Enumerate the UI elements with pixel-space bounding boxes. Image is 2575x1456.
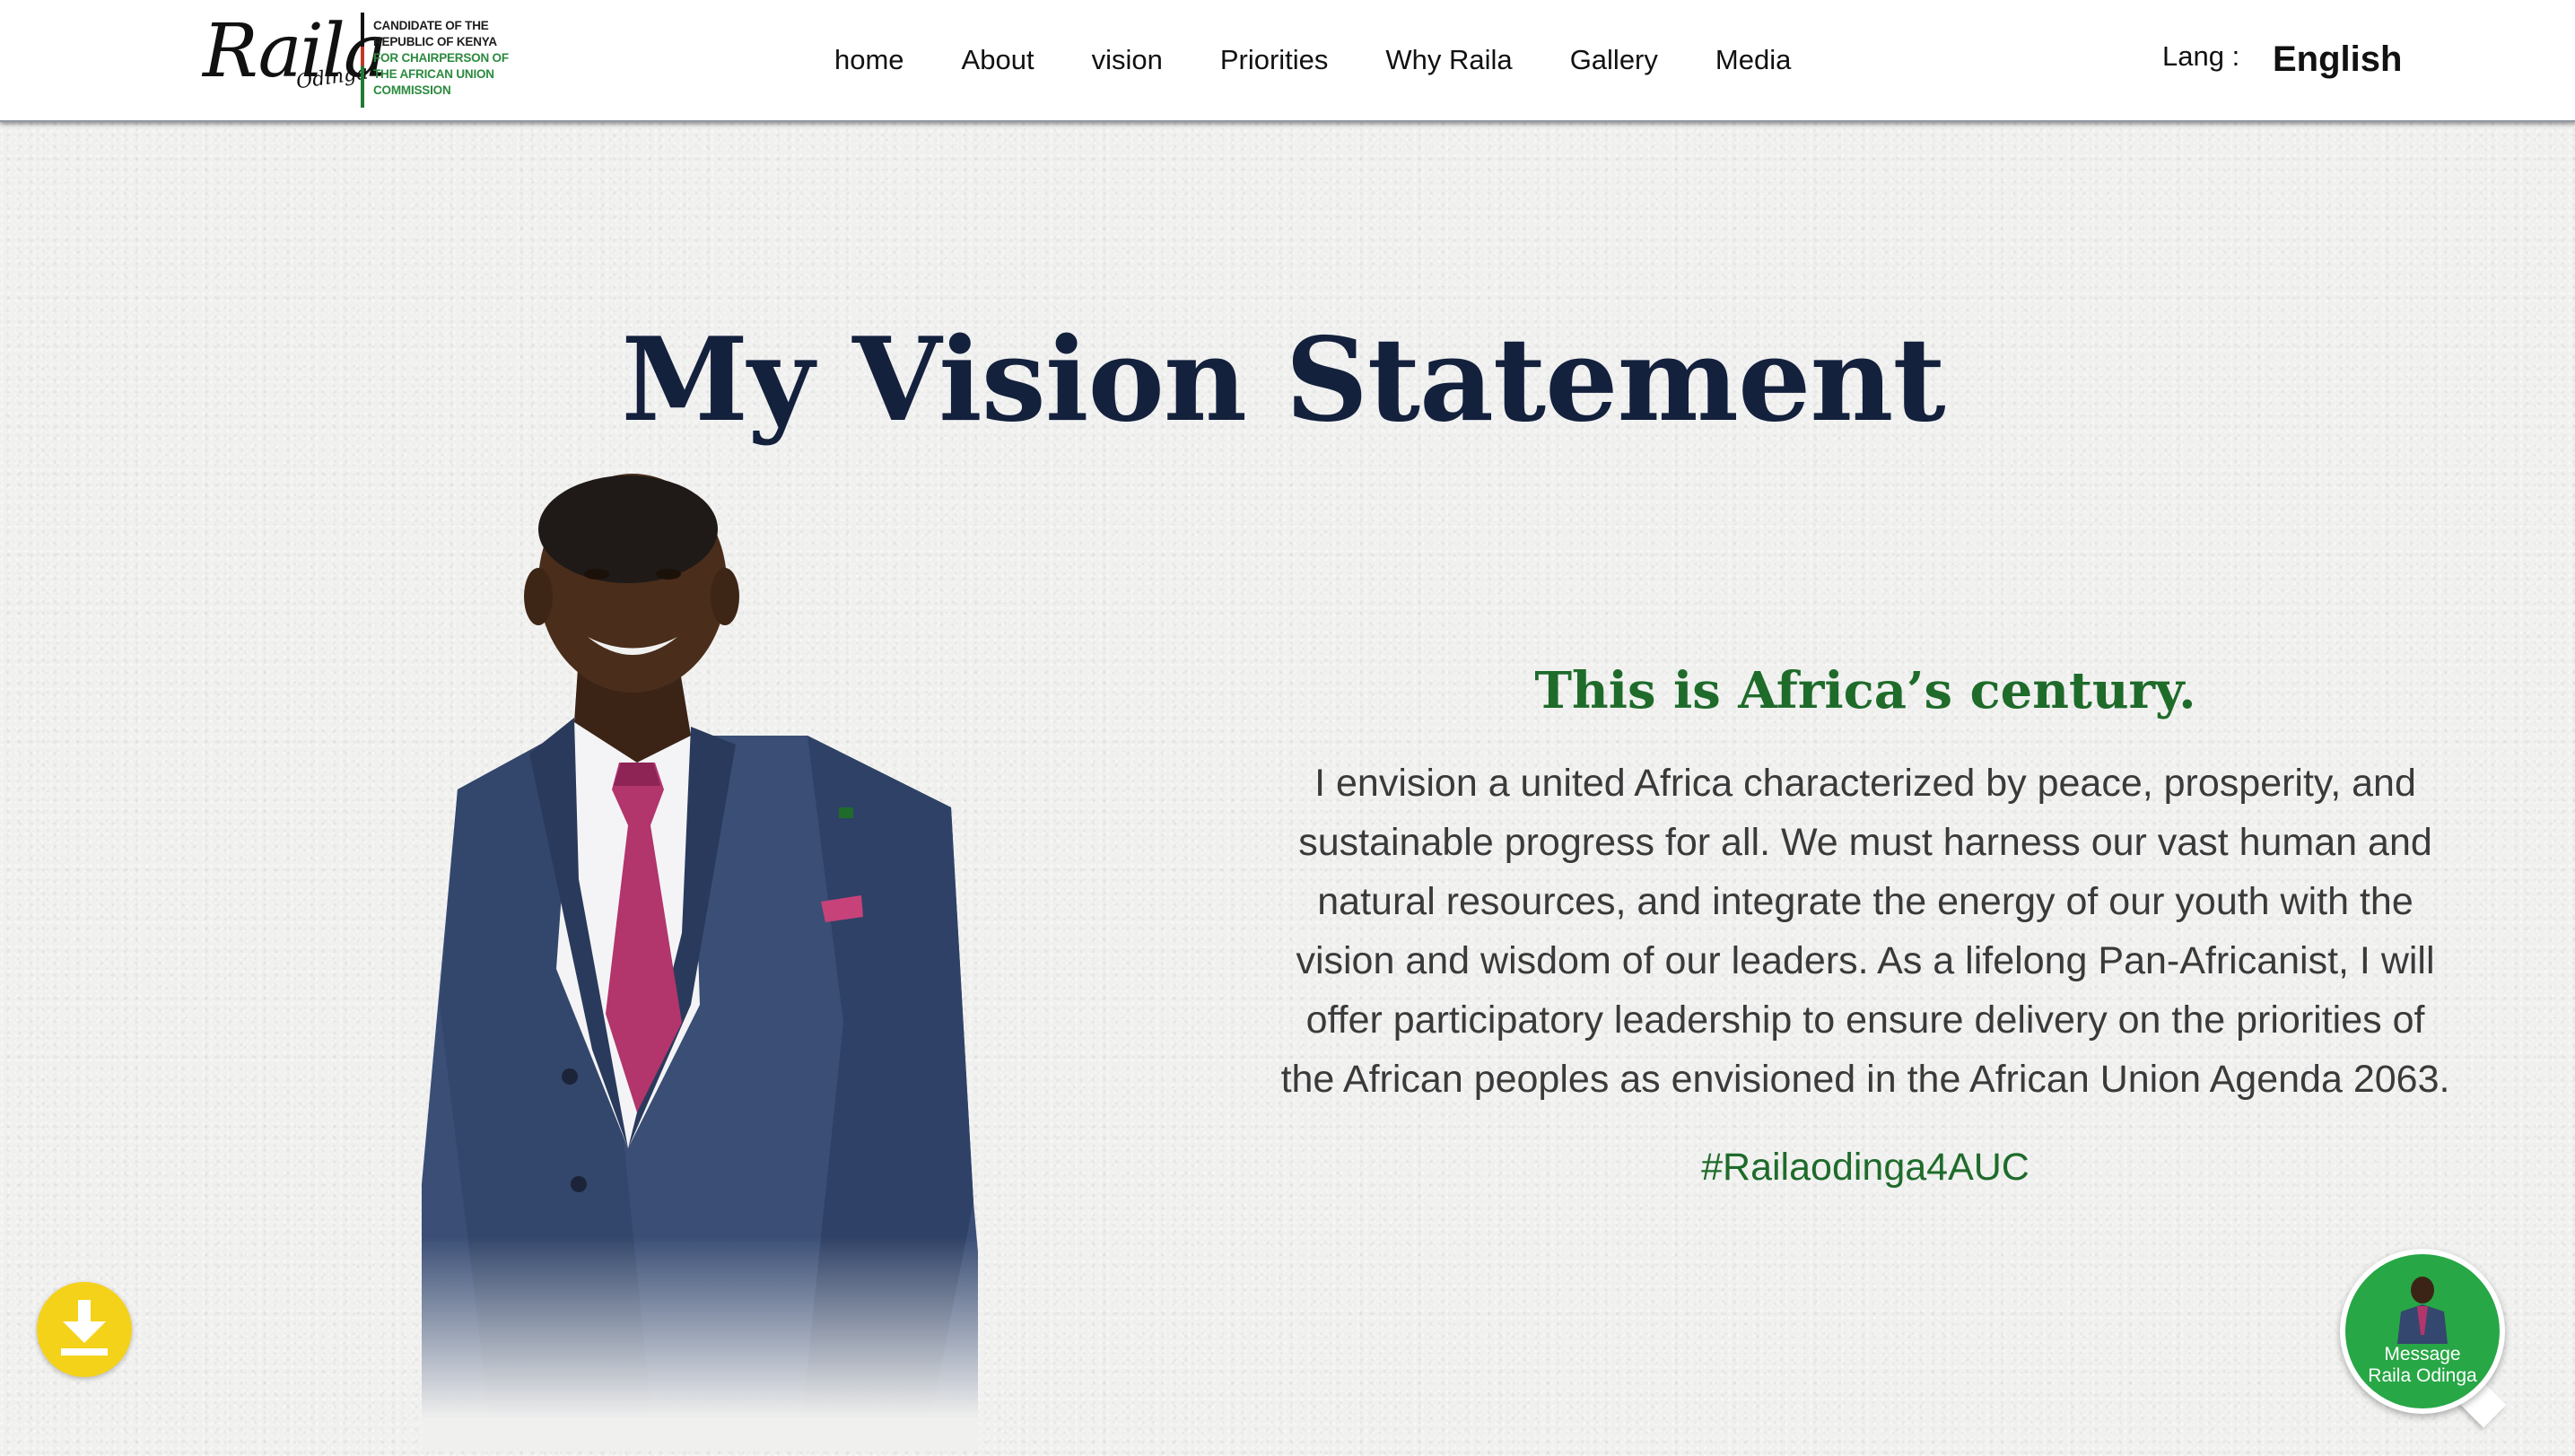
logo-caption-line: REPUBLIC OF KENYA [373,35,497,48]
vision-statement: This is Africa’s century. I envision a u… [1274,646,2457,1199]
language-label: Lang : [2162,40,2240,72]
logo-divider [361,13,364,108]
nav-link-why-raila[interactable]: Why Raila [1385,38,1512,83]
statement-tagline: This is Africa’s century. [1534,661,2196,720]
main-nav: home About vision Priorities Why Raila Galler… [834,38,1848,83]
statement-body: I envision a united Africa characterized… [1280,762,2450,1101]
message-label: Message Raila Odinga [2368,1344,2477,1386]
logo-caption-line: THE AFRICAN UNION [373,67,494,81]
language-selector[interactable]: English [2273,36,2402,83]
nav-link-media[interactable]: Media [1715,38,1791,83]
logo-caption-line: CANDIDATE OF THE [373,19,489,32]
nav-link-home[interactable]: home [834,38,904,83]
nav-link-vision[interactable]: vision [1092,38,1163,83]
campaign-hashtag[interactable]: #Railaodinga4AUC [1274,1136,2457,1199]
download-icon [61,1300,108,1356]
logo-caption-line: FOR CHAIRPERSON OF [373,51,509,65]
nav-link-about[interactable]: About [962,38,1034,83]
nav-link-gallery[interactable]: Gallery [1570,38,1658,83]
candidate-avatar-icon [2397,1277,2448,1344]
logo-signature: Raila Odinga [203,9,388,94]
nav-link-priorities[interactable]: Priorities [1220,38,1329,83]
portrait-fade [422,1236,978,1452]
page-title: My Vision Statement [621,312,1945,448]
message-raila-button[interactable]: Message Raila Odinga [2340,1249,2505,1414]
logo-caption-line: COMMISSION [373,83,451,97]
candidate-portrait [413,466,996,1452]
site-logo[interactable]: Raila Odinga CANDIDATE OF THE REPUBLIC OF… [203,7,509,113]
site-header: Raila Odinga CANDIDATE OF THE REPUBLIC OF… [0,0,2575,122]
logo-caption: CANDIDATE OF THE REPUBLIC OF KENYA FOR CHA… [373,18,517,99]
download-button[interactable] [37,1282,132,1377]
